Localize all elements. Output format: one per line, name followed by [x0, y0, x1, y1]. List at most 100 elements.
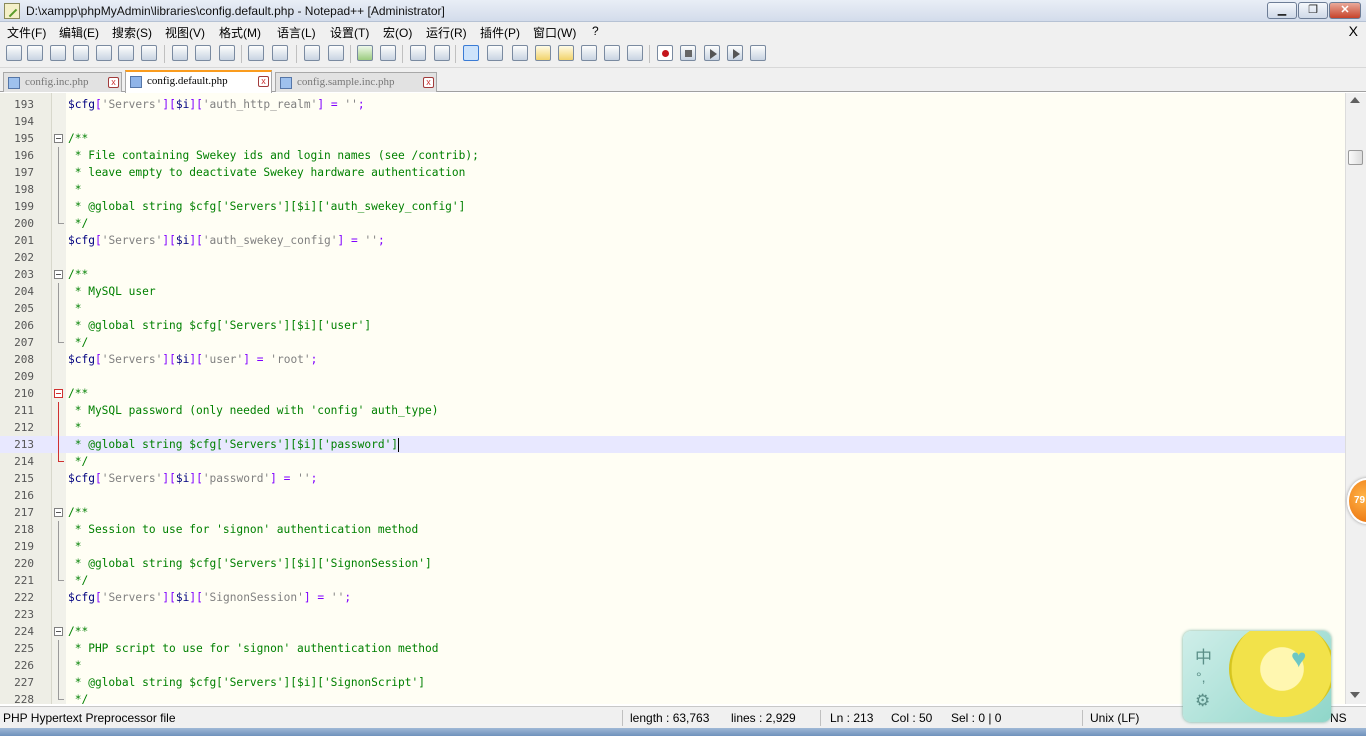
code-line[interactable]: 199 * @global string $cfg['Servers'][$i]…: [0, 198, 1345, 215]
code-line[interactable]: 226 *: [0, 657, 1345, 674]
user-define-lang-icon[interactable]: [535, 45, 551, 61]
sync-horizontal-icon[interactable]: [434, 45, 450, 61]
code-line[interactable]: 204 * MySQL user: [0, 283, 1345, 300]
code-line[interactable]: 193 $cfg['Servers'][$i]['auth_http_realm'…: [0, 96, 1345, 113]
code-editor[interactable]: 193 $cfg['Servers'][$i]['auth_http_realm'…: [0, 93, 1345, 704]
code-line[interactable]: 223: [0, 606, 1345, 623]
stop-record-icon[interactable]: [680, 45, 696, 61]
show-all-chars-icon[interactable]: [487, 45, 503, 61]
code-line[interactable]: 203 /**: [0, 266, 1345, 283]
maximize-button[interactable]: ❐: [1298, 2, 1328, 19]
tab-close-icon[interactable]: x: [258, 76, 269, 87]
ime-language-toggle[interactable]: 中: [1195, 643, 1212, 668]
tab-close-icon[interactable]: x: [423, 77, 434, 88]
find-icon[interactable]: [304, 45, 320, 61]
zoom-out-icon[interactable]: [380, 45, 396, 61]
code-line[interactable]: 222 $cfg['Servers'][$i]['SignonSession'] …: [0, 589, 1345, 606]
code-line[interactable]: 217 /**: [0, 504, 1345, 521]
minimize-button[interactable]: ▁: [1267, 2, 1297, 19]
code-line[interactable]: 210 /**: [0, 385, 1345, 402]
menu-item[interactable]: 宏(O): [383, 24, 412, 41]
indent-guide-icon[interactable]: [512, 45, 528, 61]
menu-item[interactable]: ?: [592, 24, 599, 38]
code-line[interactable]: 201 $cfg['Servers'][$i]['auth_swekey_conf…: [0, 232, 1345, 249]
gear-icon[interactable]: ⚙: [1195, 691, 1210, 711]
tab-config-default-php[interactable]: config.default.php x: [125, 70, 272, 93]
save-all-icon[interactable]: [73, 45, 89, 61]
scrollbar-thumb[interactable]: [1348, 150, 1363, 165]
fold-toggle-icon[interactable]: [54, 389, 63, 398]
code-line[interactable]: 219 *: [0, 538, 1345, 555]
close-icon[interactable]: [96, 45, 112, 61]
menu-item[interactable]: 语言(L): [277, 24, 316, 41]
code-line[interactable]: 213 * @global string $cfg['Servers'][$i]…: [0, 436, 1345, 453]
menu-item[interactable]: 编辑(E): [59, 24, 99, 41]
code-line[interactable]: 200 */: [0, 215, 1345, 232]
code-line[interactable]: 209: [0, 368, 1345, 385]
replace-icon[interactable]: [328, 45, 344, 61]
new-file-icon[interactable]: [6, 45, 22, 61]
code-line[interactable]: 227 * @global string $cfg['Servers'][$i]…: [0, 674, 1345, 691]
folder-workspace-icon[interactable]: [604, 45, 620, 61]
vertical-scrollbar[interactable]: [1345, 93, 1366, 704]
fold-toggle-icon[interactable]: [54, 134, 63, 143]
save-icon[interactable]: [50, 45, 66, 61]
code-line[interactable]: 196 * File containing Swekey ids and log…: [0, 147, 1345, 164]
tab-config-inc-php[interactable]: config.inc.php x: [3, 72, 122, 92]
code-line[interactable]: 195 /**: [0, 130, 1345, 147]
code-line[interactable]: 216: [0, 487, 1345, 504]
fold-toggle-icon[interactable]: [54, 508, 63, 517]
ime-toolbar[interactable]: ♥ 中 °, ⚙: [1183, 631, 1331, 722]
code-line[interactable]: 202: [0, 249, 1345, 266]
monitoring-icon[interactable]: [627, 45, 643, 61]
code-line[interactable]: 212 *: [0, 419, 1345, 436]
code-line[interactable]: 206 * @global string $cfg['Servers'][$i]…: [0, 317, 1345, 334]
menu-item[interactable]: 运行(R): [426, 24, 467, 41]
copy-icon[interactable]: [195, 45, 211, 61]
save-macro-icon[interactable]: [750, 45, 766, 61]
record-macro-icon[interactable]: [657, 45, 673, 61]
play-macro-icon[interactable]: [704, 45, 720, 61]
menu-item[interactable]: 搜索(S): [112, 24, 152, 41]
code-line[interactable]: 224 /**: [0, 623, 1345, 640]
open-file-icon[interactable]: [27, 45, 43, 61]
code-line[interactable]: 197 * leave empty to deactivate Swekey h…: [0, 164, 1345, 181]
menu-item[interactable]: 格式(M): [219, 24, 261, 41]
scroll-up-arrow-icon[interactable]: [1350, 97, 1360, 103]
code-line[interactable]: 205 *: [0, 300, 1345, 317]
cut-icon[interactable]: [172, 45, 188, 61]
menu-item[interactable]: 插件(P): [480, 24, 520, 41]
menu-item[interactable]: 设置(T): [330, 24, 369, 41]
ime-punctuation-toggle[interactable]: °,: [1196, 669, 1206, 685]
code-line[interactable]: 225 * PHP script to use for 'signon' aut…: [0, 640, 1345, 657]
fold-toggle-icon[interactable]: [54, 627, 63, 636]
print-icon[interactable]: [141, 45, 157, 61]
sync-vertical-icon[interactable]: [410, 45, 426, 61]
menu-item[interactable]: 窗口(W): [533, 24, 576, 41]
zoom-in-icon[interactable]: [357, 45, 373, 61]
redo-icon[interactable]: [272, 45, 288, 61]
function-list-icon[interactable]: [581, 45, 597, 61]
code-line[interactable]: 211 * MySQL password (only needed with '…: [0, 402, 1345, 419]
scroll-down-arrow-icon[interactable]: [1350, 692, 1360, 698]
close-button[interactable]: ✕: [1329, 2, 1361, 19]
menu-item[interactable]: 文件(F): [7, 24, 46, 41]
doc-map-icon[interactable]: [558, 45, 574, 61]
run-macro-multiple-icon[interactable]: [727, 45, 743, 61]
code-line[interactable]: 221 */: [0, 572, 1345, 589]
tab-config-sample-inc-php[interactable]: config.sample.inc.php x: [275, 72, 437, 92]
code-line[interactable]: 208 $cfg['Servers'][$i]['user'] = 'root';: [0, 351, 1345, 368]
close-document-button[interactable]: X: [1349, 23, 1358, 39]
code-line[interactable]: 214 */: [0, 453, 1345, 470]
code-line[interactable]: 207 */: [0, 334, 1345, 351]
paste-icon[interactable]: [219, 45, 235, 61]
menu-item[interactable]: 视图(V): [165, 24, 205, 41]
word-wrap-icon[interactable]: [463, 45, 479, 61]
undo-icon[interactable]: [248, 45, 264, 61]
code-line[interactable]: 228 */: [0, 691, 1345, 704]
code-line[interactable]: 215 $cfg['Servers'][$i]['password'] = '';: [0, 470, 1345, 487]
code-line[interactable]: 198 *: [0, 181, 1345, 198]
code-line[interactable]: 194: [0, 113, 1345, 130]
code-line[interactable]: 218 * Session to use for 'signon' authen…: [0, 521, 1345, 538]
close-all-icon[interactable]: [118, 45, 134, 61]
